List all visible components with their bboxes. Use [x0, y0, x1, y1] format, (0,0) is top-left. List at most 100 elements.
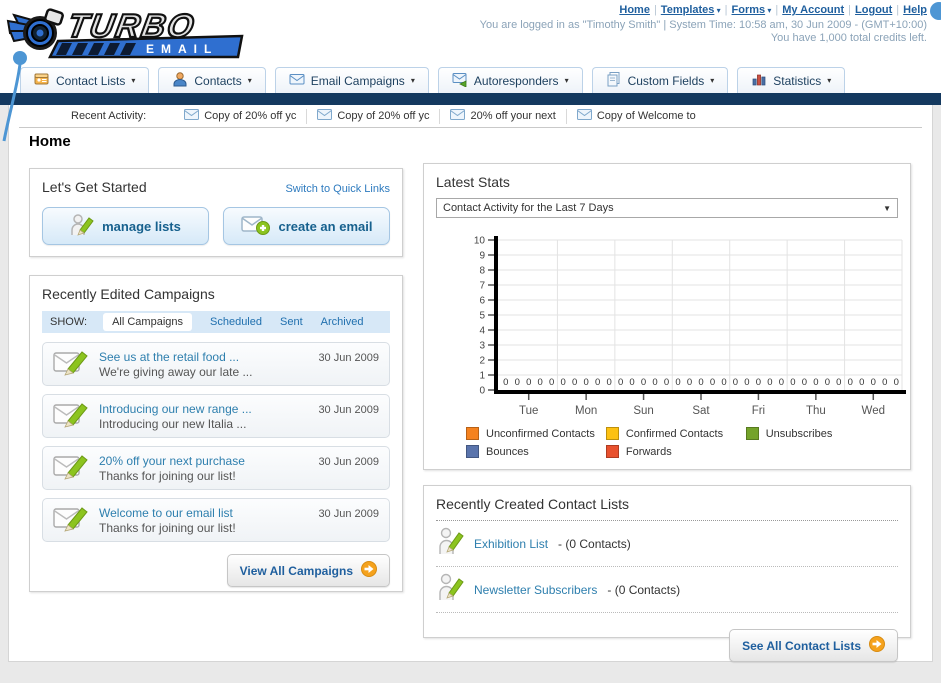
- legend-label: Confirmed Contacts: [625, 427, 724, 440]
- campaign-item[interactable]: Introducing our new range ... Introducing…: [42, 394, 390, 438]
- svg-text:0: 0: [744, 377, 749, 388]
- recent-activity-item[interactable]: Copy of 20% off yc: [174, 109, 306, 124]
- filter-sent[interactable]: Sent: [280, 316, 303, 328]
- svg-text:0: 0: [595, 377, 600, 388]
- legend-swatch: [605, 445, 619, 458]
- contact-list-item[interactable]: Exhibition List - (0 Contacts): [436, 521, 898, 567]
- svg-text:0: 0: [606, 377, 611, 388]
- campaign-text: Welcome to our email list Thanks for join…: [99, 506, 308, 535]
- recent-activity-bar: Recent Activity: Copy of 20% off yc Copy …: [19, 105, 922, 128]
- custom-fields-icon: [606, 71, 622, 90]
- stats-period-select[interactable]: Contact Activity for the Last 7 Days ▼: [436, 198, 898, 218]
- svg-text:5: 5: [479, 311, 485, 322]
- campaign-text: Introducing our new range ... Introducing…: [99, 402, 308, 431]
- svg-text:0: 0: [802, 377, 807, 388]
- envelope-icon: [450, 109, 466, 123]
- svg-text:0: 0: [790, 377, 795, 388]
- svg-text:0: 0: [756, 377, 761, 388]
- legend-item-bounces: Bounces: [466, 445, 606, 458]
- filter-all-campaigns[interactable]: All Campaigns: [103, 313, 192, 331]
- recent-activity-text: Copy of 20% off yc: [204, 110, 297, 122]
- chevron-down-icon: ▾: [564, 76, 569, 85]
- latest-stats-panel: Latest Stats Contact Activity for the La…: [423, 163, 911, 470]
- svg-text:4: 4: [479, 326, 485, 337]
- legend-swatch: [466, 445, 479, 458]
- campaign-item[interactable]: 20% off your next purchase Thanks for joi…: [42, 446, 390, 490]
- tab-autoresponders[interactable]: Autoresponders ▾: [437, 67, 583, 93]
- svg-text:0: 0: [779, 377, 784, 388]
- contact-list-name-link[interactable]: Exhibition List: [474, 537, 548, 551]
- filter-scheduled[interactable]: Scheduled: [210, 316, 262, 328]
- recent-activity-item[interactable]: Copy of Welcome to: [565, 108, 706, 124]
- svg-text:0: 0: [848, 377, 853, 388]
- header-link-forms[interactable]: Forms: [732, 4, 766, 16]
- svg-text:0: 0: [629, 377, 634, 388]
- turbo-email-logo[interactable]: TURBO EMAIL: [6, 3, 256, 66]
- chevron-down-icon: ▼: [883, 203, 891, 213]
- tab-email-campaigns[interactable]: Email Campaigns ▾: [274, 67, 429, 93]
- create-an-email-button[interactable]: create an email: [223, 207, 390, 245]
- chevron-down-icon: ▾: [714, 6, 721, 15]
- tab-statistics[interactable]: Statistics ▾: [737, 67, 846, 93]
- campaign-title-link[interactable]: Welcome to our email list: [99, 506, 308, 520]
- svg-text:10: 10: [474, 236, 486, 247]
- header-link-help[interactable]: Help: [903, 4, 927, 16]
- stats-period-value: Contact Activity for the Last 7 Days: [443, 202, 614, 214]
- envelope-pencil-icon: [53, 452, 89, 485]
- tab-custom-fields[interactable]: Custom Fields ▾: [591, 67, 729, 93]
- svg-text:Sat: Sat: [692, 405, 710, 417]
- svg-text:0: 0: [882, 377, 887, 388]
- contact-list-item[interactable]: Newsletter Subscribers - (0 Contacts): [436, 567, 898, 613]
- chevron-down-icon: ▾: [131, 76, 136, 85]
- tab-label: Email Campaigns: [310, 73, 405, 88]
- svg-text:0: 0: [825, 377, 830, 388]
- recent-activity-item[interactable]: 20% off your next: [439, 108, 565, 124]
- svg-text:0: 0: [871, 377, 876, 388]
- switch-to-quick-links-link[interactable]: Switch to Quick Links: [285, 183, 390, 195]
- campaign-date: 30 Jun 2009: [318, 404, 379, 416]
- legend-item-forwards: Forwards: [605, 445, 746, 458]
- contact-list-count: - (0 Contacts): [558, 536, 631, 551]
- contact-activity-chart: 0 1 2 3 4 5 6 7 8 9 10 0 0 0 0 0 Tue 0 0 0 0 0 Mon 0 0 0 0 0 Sun 0 0 0 0…: [454, 232, 906, 425]
- tab-label: Contacts: [194, 73, 242, 88]
- header-link-logout[interactable]: Logout: [855, 4, 892, 16]
- recent-activity-item[interactable]: Copy of 20% off yc: [306, 108, 439, 124]
- svg-text:8: 8: [479, 266, 485, 277]
- separator: |: [724, 4, 728, 16]
- campaign-date: 30 Jun 2009: [318, 508, 379, 520]
- manage-lists-button[interactable]: manage lists: [42, 207, 209, 245]
- svg-text:0: 0: [618, 377, 623, 388]
- filter-archived[interactable]: Archived: [321, 316, 364, 328]
- main-menu: Contact Lists ▾ Contacts ▾ Email Campaigns ▾ A…: [20, 67, 846, 93]
- recent-activity-text: Copy of 20% off yc: [337, 110, 430, 122]
- header-link-home[interactable]: Home: [619, 4, 650, 16]
- see-all-contact-lists-label: See All Contact Lists: [742, 638, 861, 653]
- svg-text:0: 0: [767, 377, 772, 388]
- autoresponders-icon: [452, 71, 468, 90]
- envelope-plus-icon: [240, 214, 271, 239]
- statistics-icon: [751, 71, 767, 90]
- svg-text:2: 2: [479, 356, 485, 367]
- contacts-icon: [172, 71, 188, 90]
- chevron-down-icon: ▾: [247, 76, 252, 85]
- svg-text:0: 0: [515, 377, 520, 388]
- contact-list-name-link[interactable]: Newsletter Subscribers: [474, 583, 597, 597]
- campaign-item[interactable]: See us at the retail food ... We're givin…: [42, 342, 390, 386]
- svg-text:0: 0: [561, 377, 566, 388]
- header-right: Home | Templates ▾ | Forms ▾ | My Account | Logo…: [480, 4, 927, 44]
- chevron-down-icon: ▾: [765, 6, 772, 15]
- see-all-contact-lists-button[interactable]: See All Contact Lists: [729, 629, 898, 662]
- person-pencil-icon: [438, 573, 464, 606]
- campaign-text: See us at the retail food ... We're givin…: [99, 350, 308, 379]
- header-link-my-account[interactable]: My Account: [782, 4, 844, 16]
- campaign-title-link[interactable]: 20% off your next purchase: [99, 454, 308, 468]
- campaign-title-link[interactable]: Introducing our new range ...: [99, 402, 308, 416]
- tab-label: Custom Fields: [627, 73, 705, 88]
- campaign-item[interactable]: Welcome to our email list Thanks for join…: [42, 498, 390, 542]
- main-content: Recent Activity: Copy of 20% off yc Copy …: [8, 105, 933, 662]
- tab-contacts[interactable]: Contacts ▾: [158, 67, 266, 93]
- view-all-campaigns-button[interactable]: View All Campaigns: [226, 554, 390, 587]
- campaign-title-link[interactable]: See us at the retail food ...: [99, 350, 308, 364]
- header-link-templates[interactable]: Templates: [661, 4, 715, 16]
- manage-lists-label: manage lists: [102, 218, 181, 234]
